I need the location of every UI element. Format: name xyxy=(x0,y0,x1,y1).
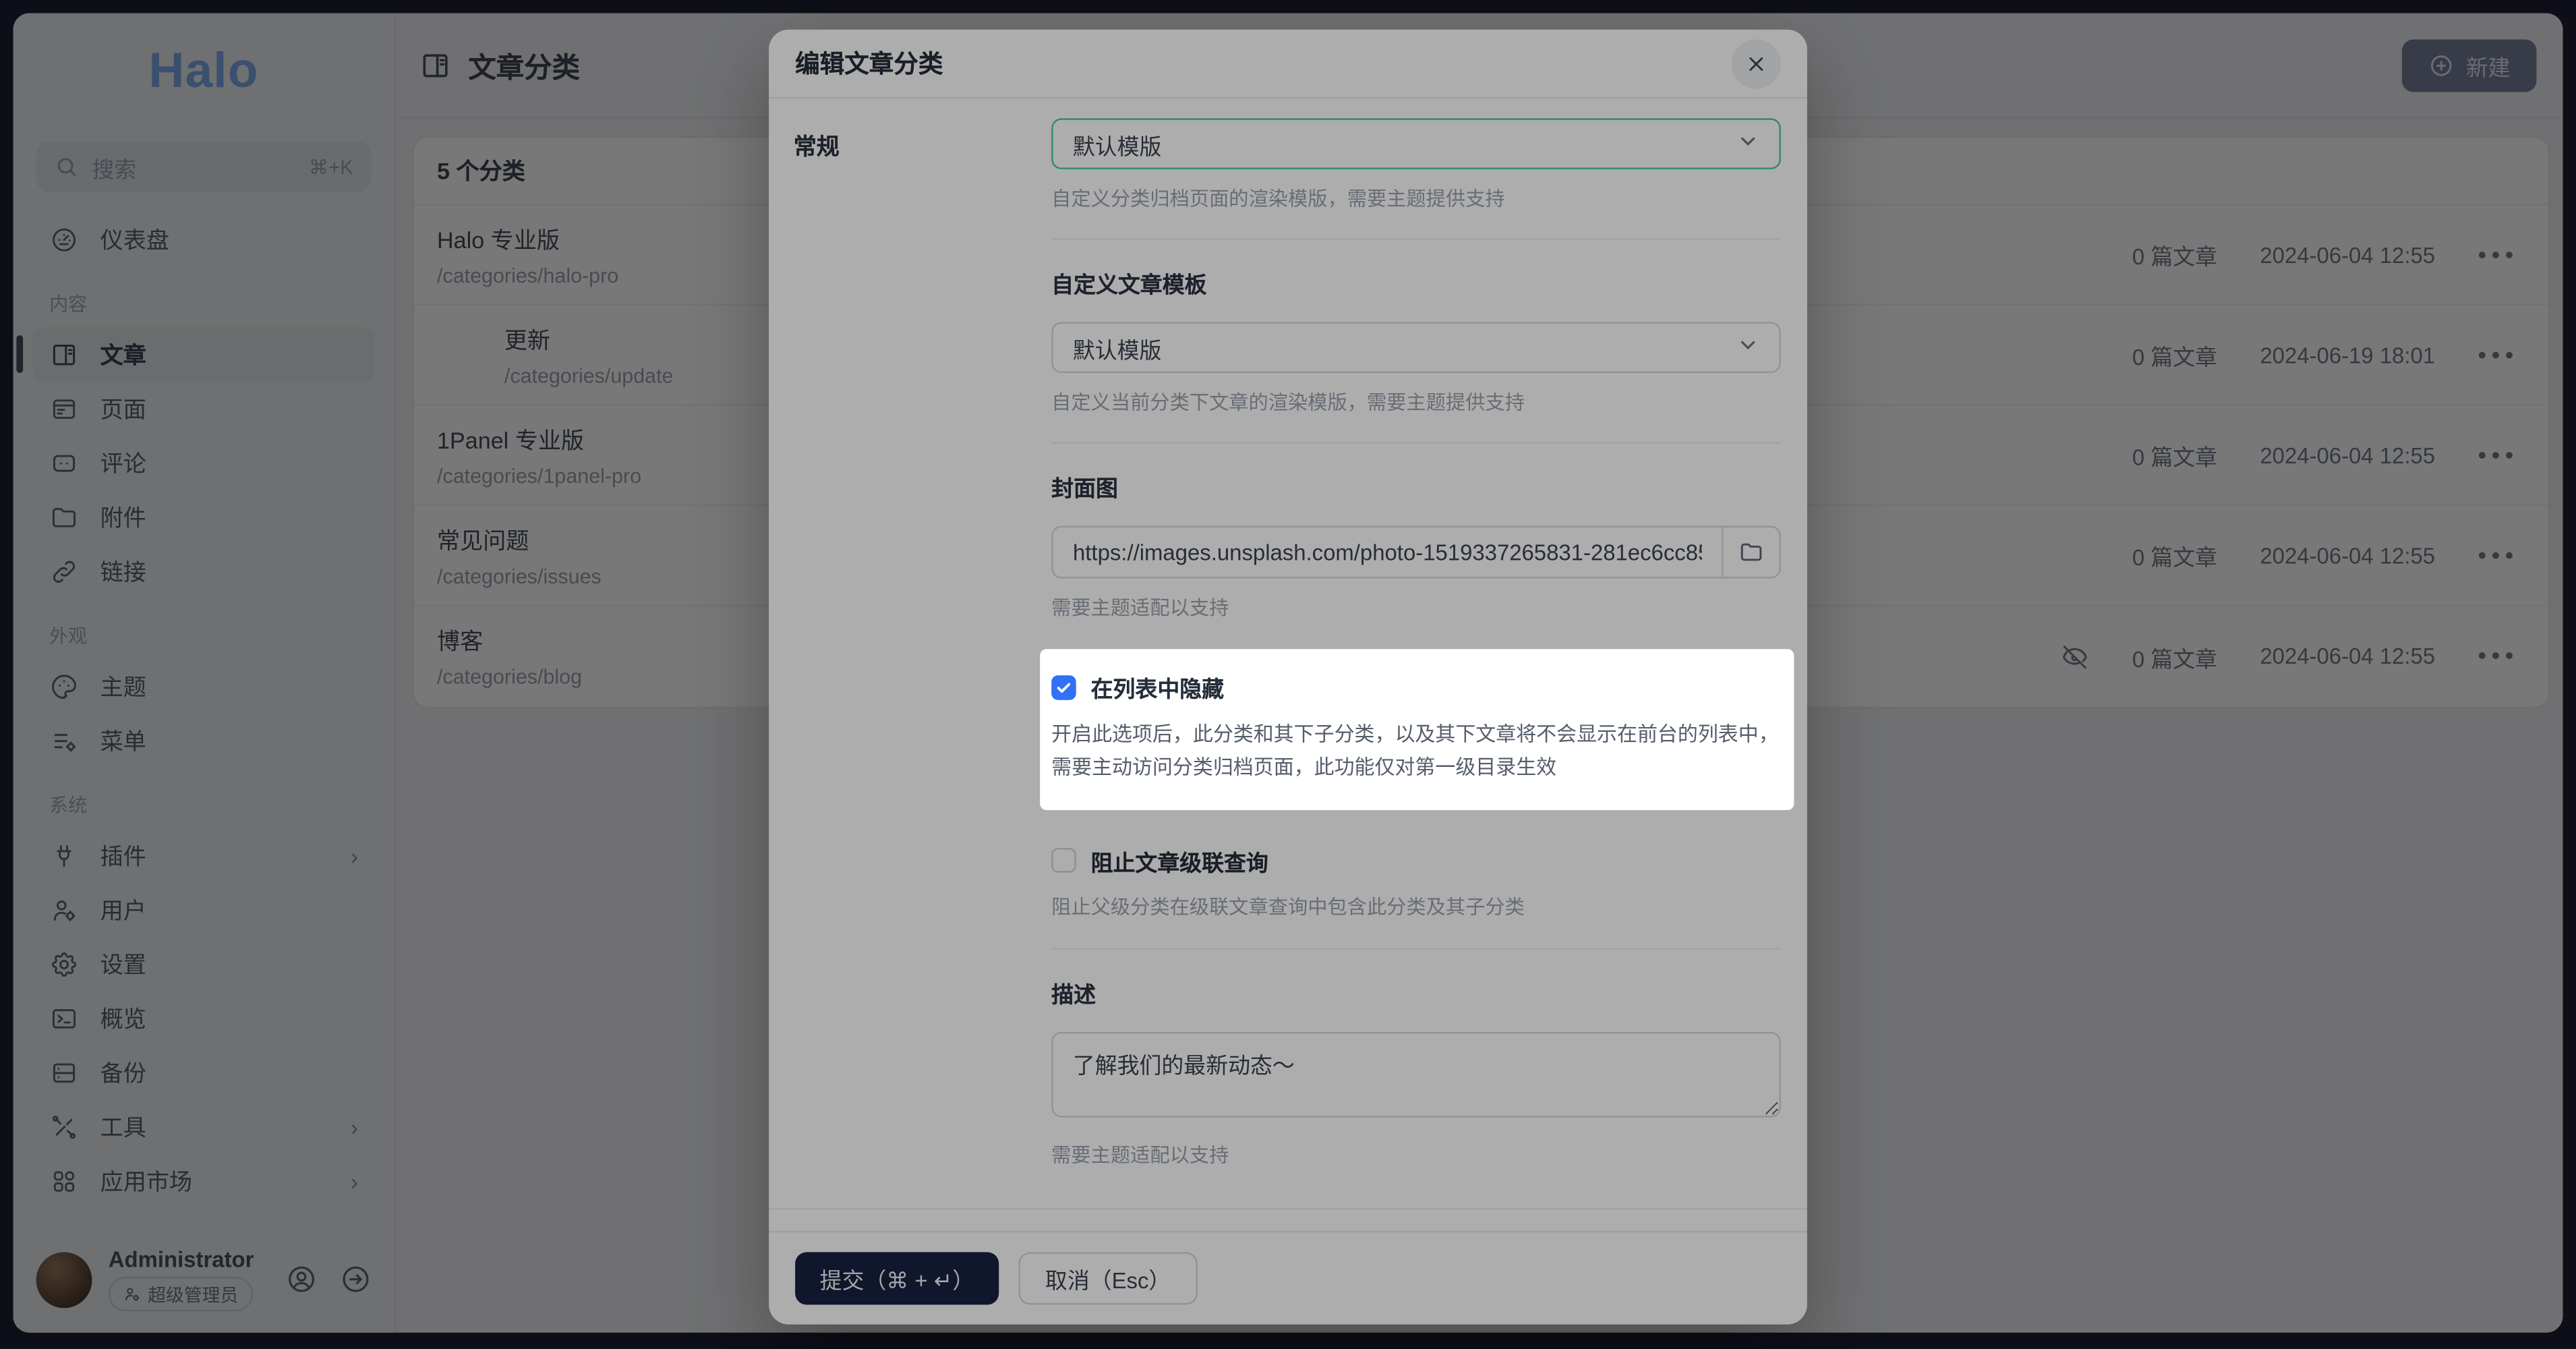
hide-in-list-field: 在列表中隐藏 开启此选项后，此分类和其下子分类，以及其下文章将不会显示在前台的列… xyxy=(1040,649,1794,809)
hide-in-list-label: 在列表中隐藏 xyxy=(1091,670,1224,704)
hide-in-list-checkbox[interactable] xyxy=(1051,674,1076,699)
screen: Halo 搜索 ⌘+K 仪表盘内容文章页面评论附件链接外观主题菜单系统插件›用户… xyxy=(0,0,2576,1349)
check-icon xyxy=(1055,678,1073,696)
hide-in-list-desc: 开启此选项后，此分类和其下子分类，以及其下文章将不会显示在前台的列表中，需要主动… xyxy=(1051,718,1781,785)
